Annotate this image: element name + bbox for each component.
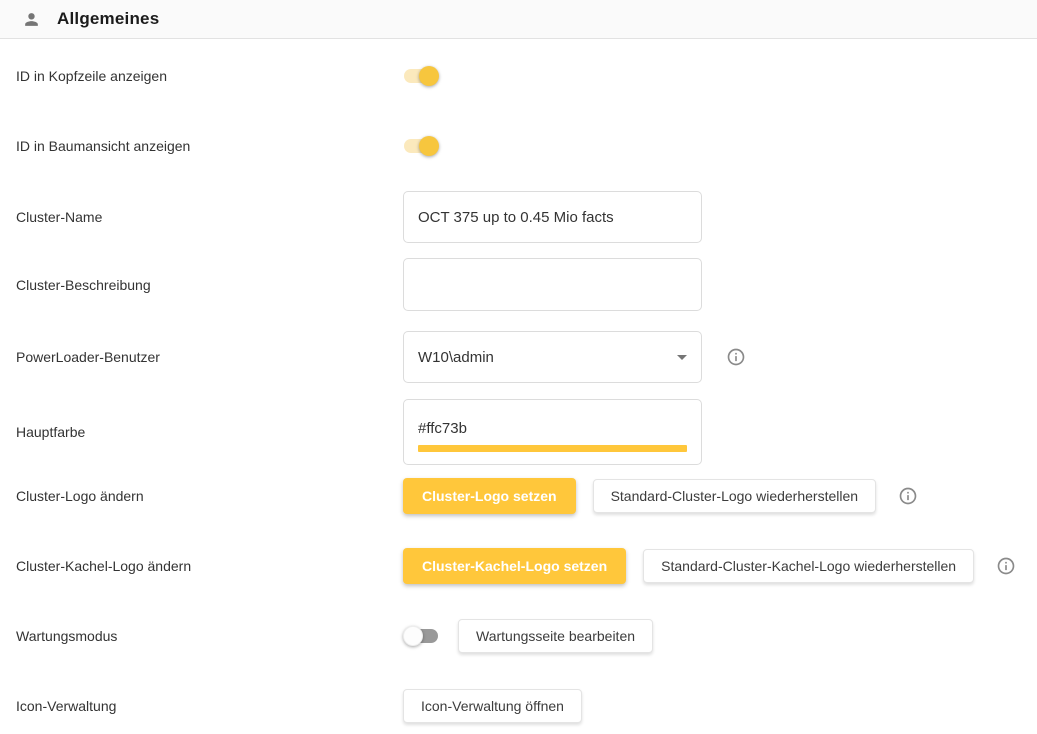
toggle-thumb [419,66,439,86]
person-icon [22,10,41,29]
cluster-beschreibung-input[interactable] [418,276,687,293]
id-kopfzeile-label: ID in Kopfzeile anzeigen [16,68,167,84]
toggle-thumb [419,136,439,156]
standard-cluster-kachel-logo-button[interactable]: Standard-Cluster-Kachel-Logo wiederherst… [643,549,974,583]
cluster-name-label: Cluster-Name [16,209,102,225]
cluster-kachel-logo-label: Cluster-Kachel-Logo ändern [16,558,191,574]
row-id-kopfzeile: ID in Kopfzeile anzeigen [0,56,1037,96]
cluster-logo-info-icon[interactable] [898,486,918,506]
row-cluster-logo: Cluster-Logo ändern Cluster-Logo setzen … [0,478,1037,514]
section-header: Allgemeines [0,0,1037,39]
toggle-thumb [403,626,423,646]
hauptfarbe-input[interactable] [418,420,687,437]
id-baumansicht-label: ID in Baumansicht anzeigen [16,138,190,154]
row-hauptfarbe: Hauptfarbe [0,399,1037,465]
page-title: Allgemeines [57,9,159,29]
row-cluster-beschreibung: Cluster-Beschreibung [0,258,1037,311]
hauptfarbe-label: Hauptfarbe [16,424,85,440]
cluster-beschreibung-field [403,258,702,311]
cluster-name-field [403,191,702,243]
icon-verwaltung-oeffnen-button[interactable]: Icon-Verwaltung öffnen [403,689,582,723]
id-kopfzeile-toggle[interactable] [403,66,439,86]
dropdown-caret-icon [677,355,687,360]
standard-cluster-logo-button[interactable]: Standard-Cluster-Logo wiederherstellen [593,479,876,513]
wartungsmodus-label: Wartungsmodus [16,628,117,644]
row-id-baumansicht: ID in Baumansicht anzeigen [0,126,1037,166]
row-wartungsmodus: Wartungsmodus Wartungsseite bearbeiten [0,618,1037,654]
cluster-kachel-logo-info-icon[interactable] [996,556,1016,576]
wartungsmodus-toggle[interactable] [403,626,439,646]
settings-page: Allgemeines ID in Kopfzeile anzeigen ID … [0,0,1037,734]
row-cluster-kachel-logo: Cluster-Kachel-Logo ändern Cluster-Kache… [0,548,1037,584]
row-icon-verwaltung: Icon-Verwaltung Icon-Verwaltung öffnen [0,689,1037,723]
icon-verwaltung-label: Icon-Verwaltung [16,698,116,714]
id-baumansicht-toggle[interactable] [403,136,439,156]
row-powerloader-benutzer: PowerLoader-Benutzer W10\admin [0,331,1037,383]
cluster-kachel-logo-setzen-button[interactable]: Cluster-Kachel-Logo setzen [403,548,626,584]
cluster-name-input[interactable] [418,209,687,226]
powerloader-benutzer-select[interactable]: W10\admin [403,331,702,383]
wartungsseite-bearbeiten-button[interactable]: Wartungsseite bearbeiten [458,619,653,653]
cluster-logo-label: Cluster-Logo ändern [16,488,144,504]
cluster-logo-setzen-button[interactable]: Cluster-Logo setzen [403,478,576,514]
powerloader-benutzer-label: PowerLoader-Benutzer [16,349,160,365]
hauptfarbe-field [403,399,702,465]
powerloader-info-icon[interactable] [726,347,746,367]
color-preview-bar [418,445,687,452]
cluster-beschreibung-label: Cluster-Beschreibung [16,277,151,293]
row-cluster-name: Cluster-Name [0,191,1037,243]
powerloader-benutzer-value: W10\admin [418,349,494,366]
